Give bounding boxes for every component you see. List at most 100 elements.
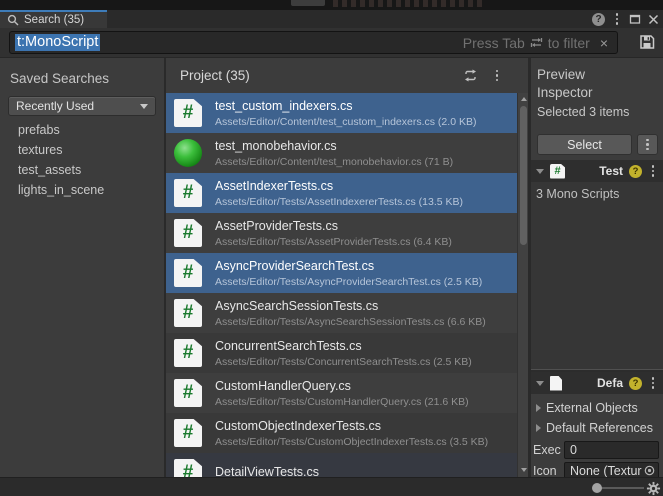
exec-input[interactable]: 0 — [564, 441, 659, 459]
default-references-foldout[interactable]: Default References — [536, 418, 663, 438]
results-panel: Project (35) # test_custom_indexers.cs A… — [166, 58, 528, 477]
csharp-script-icon: # — [174, 179, 202, 207]
result-path: Assets/Editor/Tests/AsyncProviderSearchT… — [215, 276, 482, 288]
csharp-script-icon: # — [174, 419, 202, 447]
test-section-title: Test — [599, 164, 623, 178]
select-button[interactable]: Select — [537, 134, 632, 155]
result-name: test_monobehavior.cs — [215, 139, 453, 153]
section-menu-icon[interactable] — [648, 164, 658, 178]
result-row[interactable]: # AssetIndexerTests.cs Assets/Editor/Tes… — [166, 173, 517, 213]
result-path: Assets/Editor/Tests/AsyncSearchSessionTe… — [215, 316, 486, 328]
sidebar-item[interactable]: textures — [0, 140, 164, 160]
saved-searches-panel: Saved Searches Recently Used prefabs tex… — [0, 58, 164, 477]
result-row[interactable]: test_monobehavior.cs Assets/Editor/Conte… — [166, 133, 517, 173]
sidebar-item-label: prefabs — [18, 123, 60, 137]
sidebar-item[interactable]: test_assets — [0, 160, 164, 180]
result-row[interactable]: # AsyncProviderSearchTest.cs Assets/Edit… — [166, 253, 517, 293]
gear-icon[interactable] — [646, 481, 661, 496]
sidebar-item-label: test_assets — [18, 163, 81, 177]
maximize-icon[interactable] — [629, 13, 641, 25]
tab-label: Search (35) — [24, 14, 84, 26]
window-menu-icon[interactable] — [612, 12, 622, 26]
results-menu-icon[interactable] — [492, 69, 502, 83]
unity-search-window: Search (35) ? t:MonoScript Press Tab to … — [0, 0, 663, 496]
result-path: Assets/Editor/Content/test_monobehavior.… — [215, 156, 453, 168]
help-icon[interactable]: ? — [592, 13, 605, 26]
result-name: AsyncSearchSessionTests.cs — [215, 299, 486, 313]
sidebar-item-label: lights_in_scene — [18, 183, 104, 197]
result-path: Assets/Editor/Tests/AssetProviderTests.c… — [215, 236, 452, 248]
foldout-closed-icon — [536, 424, 541, 432]
background-window-strip — [0, 0, 663, 10]
result-path: Assets/Editor/Tests/CustomObjectIndexerT… — [215, 436, 488, 448]
csharp-script-icon: # — [550, 164, 565, 179]
saved-searches-dropdown[interactable]: Recently Used — [8, 96, 156, 116]
clear-search-icon[interactable]: × — [600, 36, 608, 50]
default-section-header[interactable]: Defa ? — [531, 372, 663, 394]
foldout-open-icon[interactable] — [536, 169, 544, 174]
csharp-script-icon: # — [174, 259, 202, 287]
sync-search-icon[interactable] — [463, 69, 478, 82]
tab-search[interactable]: Search (35) — [0, 10, 107, 28]
selection-summary: Selected 3 items — [537, 105, 629, 119]
foldout-label: Default References — [546, 421, 653, 435]
result-name: test_custom_indexers.cs — [215, 99, 476, 113]
csharp-script-icon: # — [174, 219, 202, 247]
saved-searches-title: Saved Searches — [10, 71, 109, 86]
test-section-header[interactable]: # Test ? — [531, 160, 663, 182]
results-list: # test_custom_indexers.cs Assets/Editor/… — [166, 93, 517, 477]
csharp-script-icon: # — [174, 379, 202, 407]
tab-key-icon — [530, 37, 543, 48]
foldout-open-icon[interactable] — [536, 381, 544, 386]
dropdown-value: Recently Used — [16, 99, 140, 113]
select-menu-icon[interactable] — [637, 134, 658, 155]
sidebar-item[interactable]: lights_in_scene — [0, 180, 164, 200]
help-badge-icon[interactable]: ? — [629, 165, 642, 178]
icon-label: Icon — [533, 464, 564, 478]
result-name: CustomObjectIndexerTests.cs — [215, 419, 488, 433]
csharp-script-icon: # — [174, 339, 202, 367]
search-input[interactable]: t:MonoScript Press Tab to filter × — [9, 31, 618, 54]
csharp-script-icon: # — [174, 459, 202, 477]
slider-thumb[interactable] — [592, 483, 602, 493]
item-size-slider[interactable] — [597, 487, 644, 489]
sidebar-item[interactable]: prefabs — [0, 120, 164, 140]
result-name: DetailViewTests.cs — [215, 465, 319, 478]
status-bar — [0, 477, 663, 496]
search-icon — [7, 14, 19, 26]
result-name: AssetProviderTests.cs — [215, 219, 452, 233]
result-row[interactable]: # CustomHandlerQuery.cs Assets/Editor/Te… — [166, 373, 517, 413]
csharp-script-icon: # — [174, 99, 202, 127]
scrollbar-thumb[interactable] — [520, 106, 527, 245]
object-picker-icon[interactable] — [644, 465, 655, 476]
chevron-down-icon — [140, 104, 148, 109]
csharp-script-icon: # — [174, 299, 202, 327]
close-icon[interactable] — [648, 14, 659, 25]
execution-order-row: Exec 0 — [533, 439, 663, 460]
result-row[interactable]: # CustomObjectIndexerTests.cs Assets/Edi… — [166, 413, 517, 453]
external-objects-foldout[interactable]: External Objects — [536, 398, 663, 418]
search-query-selected-text: t:MonoScript — [15, 34, 100, 51]
background-window-artifact — [291, 0, 325, 6]
help-badge-icon[interactable]: ? — [629, 377, 642, 390]
text-asset-icon — [550, 376, 562, 391]
result-row[interactable]: # DetailViewTests.cs — [166, 453, 517, 477]
section-menu-icon[interactable] — [648, 376, 658, 390]
mono-scripts-summary: 3 Mono Scripts — [536, 187, 663, 201]
press-tab-hint: Press Tab to filter — [463, 35, 590, 51]
result-row[interactable]: # AssetProviderTests.cs Assets/Editor/Te… — [166, 213, 517, 253]
result-path: Assets/Editor/Content/test_custom_indexe… — [215, 116, 476, 128]
search-bar: t:MonoScript Press Tab to filter × — [0, 28, 663, 58]
sidebar-item-label: textures — [18, 143, 62, 157]
result-row[interactable]: # ConcurrentSearchTests.cs Assets/Editor… — [166, 333, 517, 373]
result-row[interactable]: # test_custom_indexers.cs Assets/Editor/… — [166, 93, 517, 133]
foldout-label: External Objects — [546, 401, 638, 415]
icon-object-value: None (Textur — [570, 464, 644, 478]
inspector-panel: Preview Inspector Selected 3 items Selec… — [531, 58, 663, 477]
default-section-title: Defa — [597, 376, 623, 390]
exec-label: Exec — [533, 443, 564, 457]
save-search-icon[interactable] — [637, 32, 657, 52]
result-row[interactable]: # AsyncSearchSessionTests.cs Assets/Edit… — [166, 293, 517, 333]
results-header: Project (35) — [166, 58, 528, 93]
results-scrollbar[interactable] — [517, 93, 528, 477]
